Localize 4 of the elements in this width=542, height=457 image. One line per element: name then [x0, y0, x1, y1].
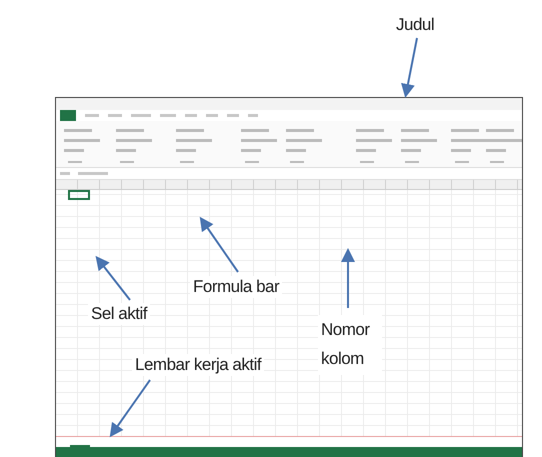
- annotation-label: Sel aktif: [88, 303, 150, 325]
- annotation-label: Nomor kolom: [318, 315, 382, 375]
- annotation-label: Formula bar: [190, 276, 282, 298]
- annotation-label: Lembar kerja aktif: [132, 354, 264, 376]
